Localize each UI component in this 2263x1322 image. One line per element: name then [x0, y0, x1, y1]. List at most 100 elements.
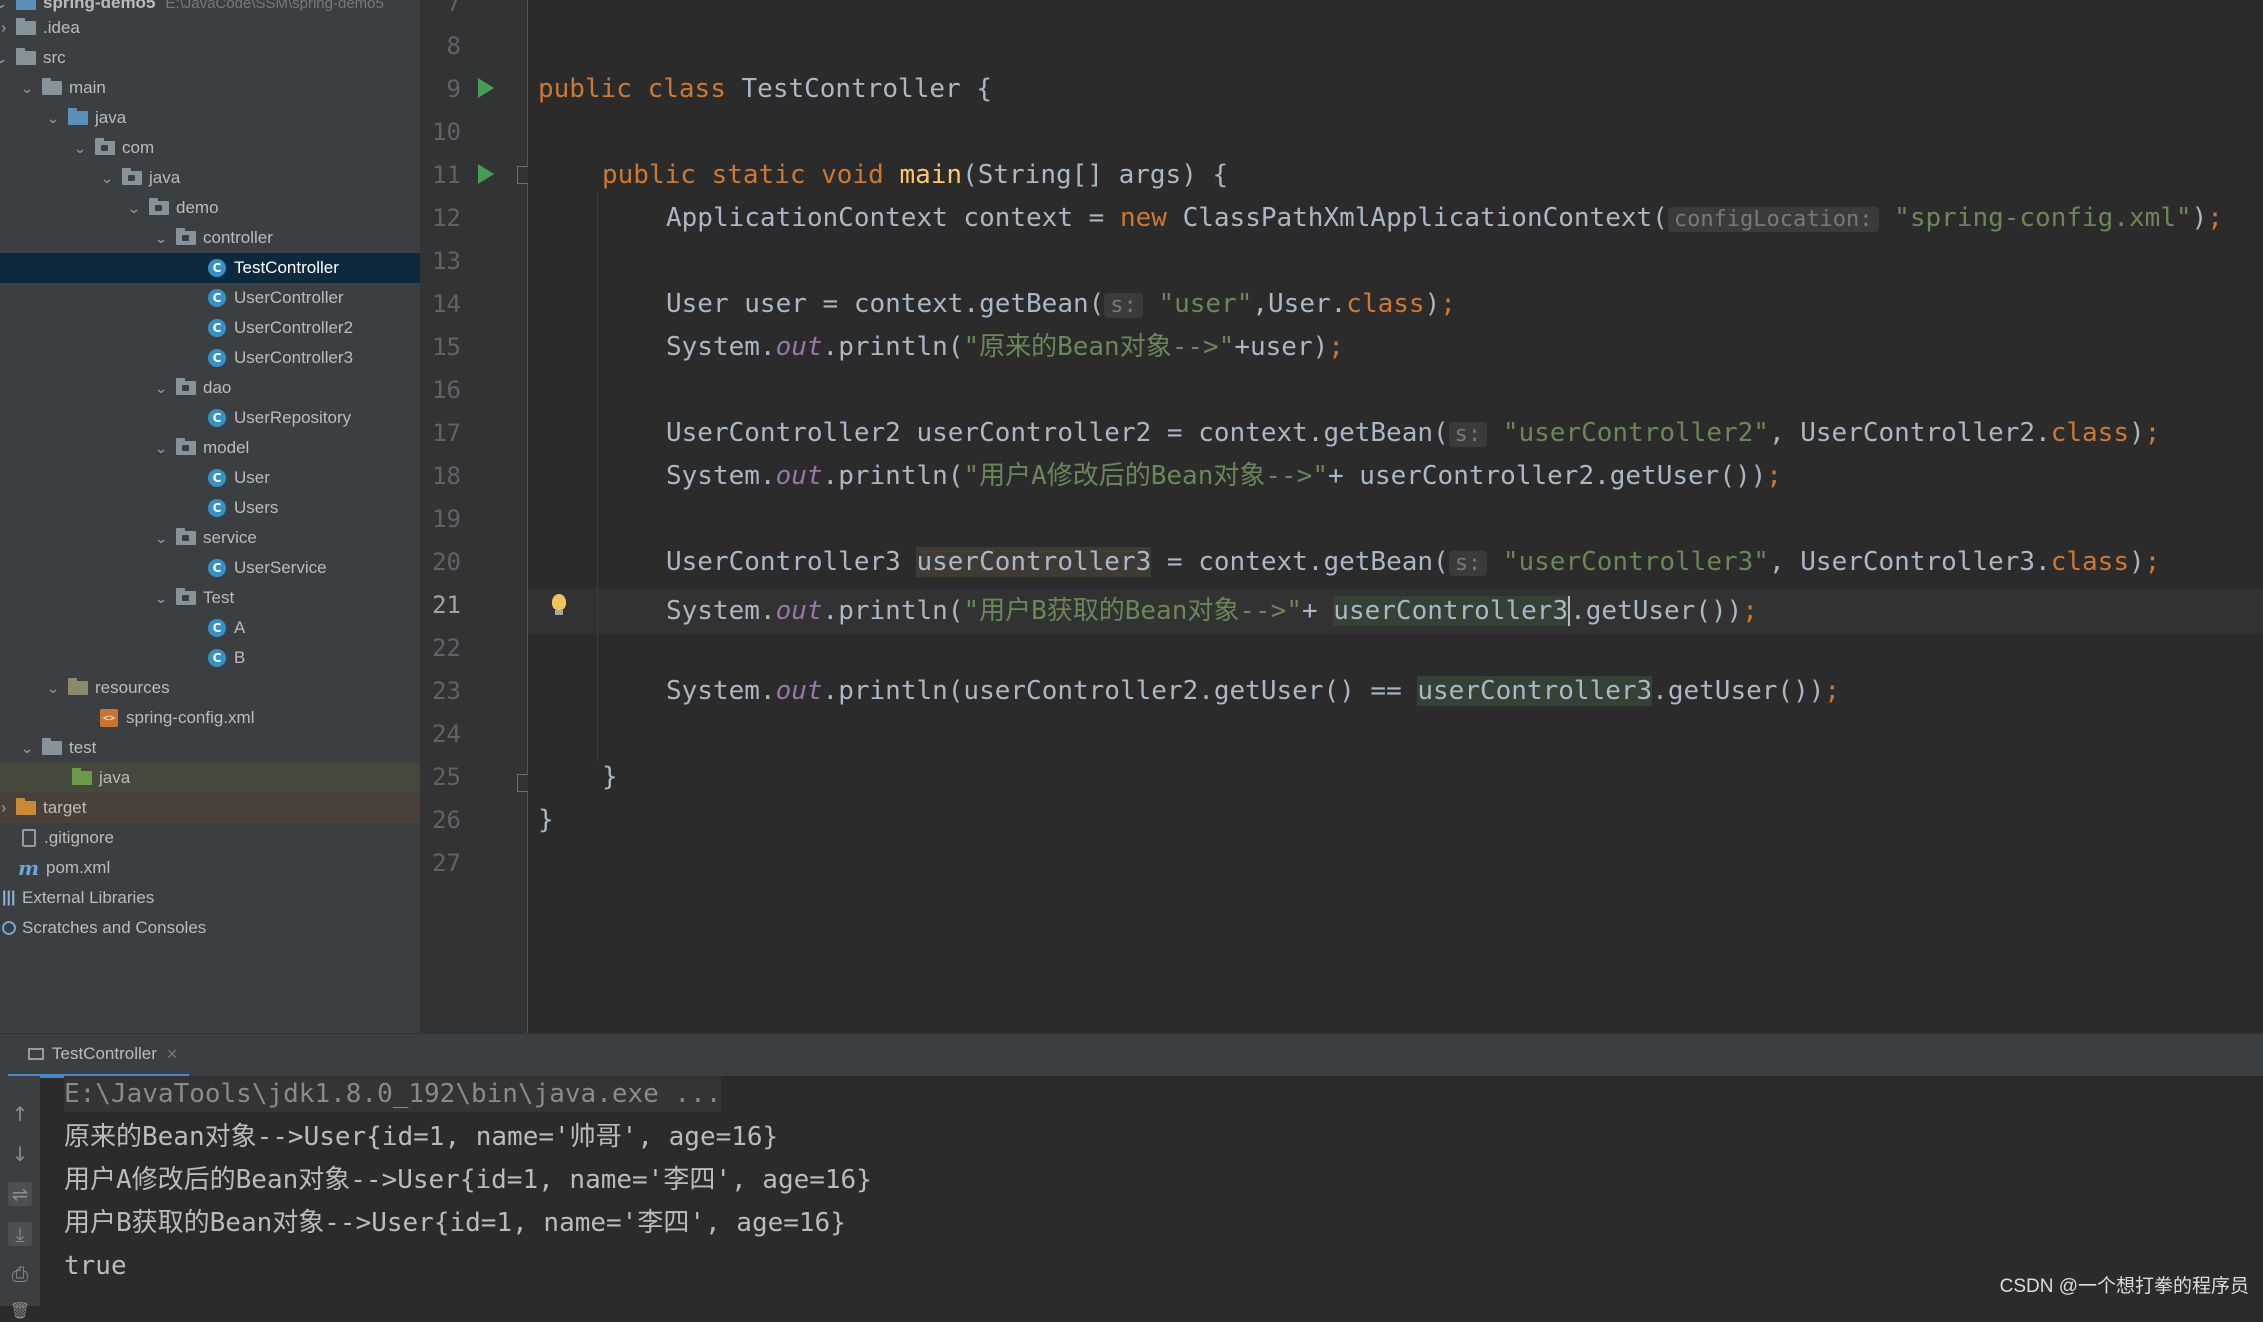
package-icon	[122, 168, 142, 185]
down-arrow-icon[interactable]: ↓	[8, 1142, 32, 1166]
tree-item-src[interactable]: ⌄ src	[0, 43, 420, 73]
line-number: 24	[432, 720, 461, 748]
run-class-icon[interactable]	[478, 78, 494, 98]
chevron-down-icon[interactable]: ⌄	[99, 170, 116, 187]
tree-item-label: UserController	[234, 288, 344, 307]
tree-item-label: .gitignore	[44, 828, 114, 847]
console-output-line: 用户B获取的Bean对象-->User{id=1, name='李四', age…	[64, 1208, 846, 1238]
tree-item-userrepository[interactable]: C UserRepository	[0, 403, 420, 433]
package-icon	[95, 138, 115, 155]
trash-icon[interactable]: 🗑	[8, 1298, 32, 1322]
tree-item-gitignore[interactable]: .gitignore	[0, 823, 420, 853]
line-number: 16	[432, 376, 461, 404]
tree-item-b[interactable]: C B	[0, 643, 420, 673]
run-tab-testcontroller[interactable]: TestController ×	[8, 1034, 190, 1078]
tree-item-java-source[interactable]: ⌄ java	[0, 103, 420, 133]
line-number: 22	[432, 634, 461, 662]
tree-item-label: java	[149, 168, 181, 187]
line-number: 12	[432, 204, 461, 232]
chevron-right-icon[interactable]: ⌄	[0, 800, 10, 817]
tree-item-testcontroller[interactable]: C TestController	[0, 253, 420, 283]
tree-item-label: service	[203, 528, 257, 547]
chevron-down-icon[interactable]: ⌄	[0, 0, 9, 12]
chevron-down-icon[interactable]: ⌄	[153, 530, 170, 547]
chevron-down-icon[interactable]: ⌄	[19, 740, 36, 757]
chevron-down-icon[interactable]: ⌄	[0, 50, 9, 67]
line-number: 20	[432, 548, 461, 576]
tree-item-pom[interactable]: m pom.xml	[0, 853, 420, 883]
chevron-down-icon[interactable]: ⌄	[72, 140, 89, 157]
tree-item-external-libraries[interactable]: ||| External Libraries	[0, 883, 420, 913]
tree-item-idea[interactable]: ⌄ .idea	[0, 13, 420, 43]
code-line-26: }	[538, 805, 554, 835]
parameter-hint: configLocation:	[1667, 207, 1879, 232]
tree-item-resources[interactable]: ⌄ resources	[0, 673, 420, 703]
tree-item-main[interactable]: ⌄ main	[0, 73, 420, 103]
tree-item-scratches[interactable]: Scratches and Consoles	[0, 913, 420, 943]
tree-item-spring-config[interactable]: <> spring-config.xml	[0, 703, 420, 733]
tree-item-target[interactable]: ⌄ target	[0, 793, 420, 823]
chevron-down-icon[interactable]: ⌄	[153, 230, 170, 247]
chevron-down-icon[interactable]: ⌄	[45, 680, 62, 697]
tree-item-label: dao	[203, 378, 232, 397]
parameter-hint: s:	[1448, 422, 1488, 447]
java-class-icon: C	[208, 259, 226, 277]
code-editor[interactable]: public class TestController { public sta…	[528, 0, 2263, 1033]
chevron-down-icon[interactable]: ⌄	[126, 200, 143, 217]
tree-item-demo[interactable]: ⌄ demo	[0, 193, 420, 223]
folder-icon	[42, 738, 62, 755]
chevron-right-icon[interactable]: ⌄	[0, 20, 10, 37]
folder-icon	[16, 0, 36, 10]
chevron-down-icon[interactable]: ⌄	[153, 590, 170, 607]
print-icon[interactable]: ⎙	[8, 1262, 32, 1286]
tree-item-test-java[interactable]: java	[0, 763, 420, 793]
tree-item-label: pom.xml	[46, 858, 111, 877]
chevron-down-icon[interactable]: ⌄	[153, 440, 170, 457]
tree-item-com[interactable]: ⌄ com	[0, 133, 420, 163]
run-main-icon[interactable]	[478, 164, 494, 184]
tree-item-users[interactable]: C Users	[0, 493, 420, 523]
parameter-hint: s:	[1104, 293, 1143, 318]
tree-item-dao[interactable]: ⌄ dao	[0, 373, 420, 403]
tree-item-controller[interactable]: ⌄ controller	[0, 223, 420, 253]
tree-item-label: External Libraries	[22, 888, 155, 907]
line-number: 27	[432, 849, 461, 877]
close-icon[interactable]: ×	[167, 1044, 178, 1065]
tree-item-test-folder[interactable]: ⌄ test	[0, 733, 420, 763]
chevron-down-icon[interactable]: ⌄	[153, 380, 170, 397]
code-line-21: System.out.println("用户B获取的Bean对象-->"+ us…	[666, 596, 1758, 626]
resources-folder-icon	[68, 678, 88, 695]
tree-item-test-package[interactable]: ⌄ Test	[0, 583, 420, 613]
tree-item-usercontroller2[interactable]: C UserController2	[0, 313, 420, 343]
chevron-down-icon[interactable]: ⌄	[19, 80, 36, 97]
java-class-icon: C	[208, 619, 226, 637]
tree-item-java-package[interactable]: ⌄ java	[0, 163, 420, 193]
tree-item-label: UserController2	[234, 318, 354, 337]
chevron-down-icon[interactable]: ⌄	[45, 110, 62, 127]
java-class-icon: C	[208, 409, 226, 427]
java-class-icon: C	[208, 319, 226, 337]
console-output-line: true	[64, 1251, 127, 1281]
tree-item-label: spring-config.xml	[126, 708, 255, 727]
tree-item-label: controller	[203, 228, 273, 247]
tree-item-service[interactable]: ⌄ service	[0, 523, 420, 553]
line-number: 18	[432, 462, 461, 490]
tree-item-user[interactable]: C User	[0, 463, 420, 493]
soft-wrap-icon[interactable]: ⇌	[8, 1182, 32, 1206]
scroll-to-end-icon[interactable]: ⤓	[8, 1222, 32, 1246]
tree-item-a[interactable]: C A	[0, 613, 420, 643]
line-number: 15	[432, 333, 461, 361]
tree-item-label: Scratches and Consoles	[22, 918, 207, 937]
tree-item-usercontroller3[interactable]: C UserController3	[0, 343, 420, 373]
run-tool-window: TestController × ↑ ↓ ⇌ ⤓ ⎙ 🗑 E:\JavaTool…	[0, 1033, 2263, 1320]
tree-item-label: main	[69, 78, 106, 97]
tree-item-label: B	[234, 648, 246, 667]
java-class-icon: C	[208, 349, 226, 367]
up-arrow-icon[interactable]: ↑	[8, 1102, 32, 1126]
tree-item-label: UserController3	[234, 348, 354, 367]
intention-bulb-icon[interactable]	[552, 594, 566, 615]
java-class-icon: C	[208, 499, 226, 517]
tree-item-userservice[interactable]: C UserService	[0, 553, 420, 583]
tree-item-usercontroller[interactable]: C UserController	[0, 283, 420, 313]
tree-item-model[interactable]: ⌄ model	[0, 433, 420, 463]
